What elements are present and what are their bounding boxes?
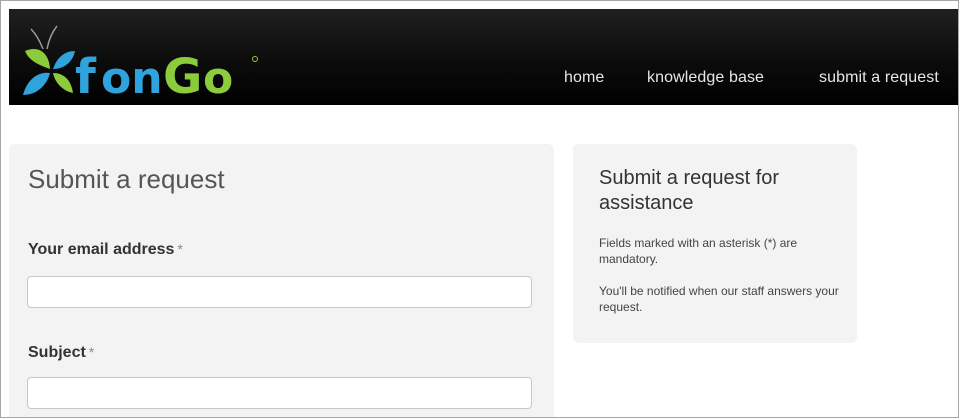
page-title: Submit a request	[28, 164, 225, 194]
site-header: f on G o home knowledge base submit a re…	[9, 9, 958, 105]
subject-field[interactable]	[27, 377, 532, 409]
subject-label-text: Subject	[28, 344, 86, 361]
required-asterisk: *	[177, 241, 183, 257]
nav-submit-request-link[interactable]: submit a request	[819, 69, 939, 87]
page-frame: f on G o home knowledge base submit a re…	[0, 0, 959, 418]
email-label: Your email address *	[28, 241, 183, 259]
mandatory-fields-note: Fields marked with an asterisk (*) are m…	[599, 236, 798, 266]
email-field[interactable]	[27, 276, 532, 308]
main-nav: home knowledge base submit a request	[9, 69, 958, 93]
nav-home-link[interactable]: home	[564, 69, 604, 87]
sidebar-title: Submit a request for assistance	[599, 167, 780, 214]
email-label-text: Your email address	[28, 241, 175, 258]
required-asterisk: *	[88, 344, 95, 360]
subject-label: Subject *	[28, 344, 94, 362]
nav-knowledge-base-link[interactable]: knowledge base	[647, 69, 764, 87]
request-form-panel: Submit a request Your email address * Sub…	[9, 144, 554, 417]
notification-note: You'll be notified when our staff answer…	[599, 284, 839, 314]
help-sidebar-panel: Submit a request for assistance Fields m…	[573, 144, 857, 343]
